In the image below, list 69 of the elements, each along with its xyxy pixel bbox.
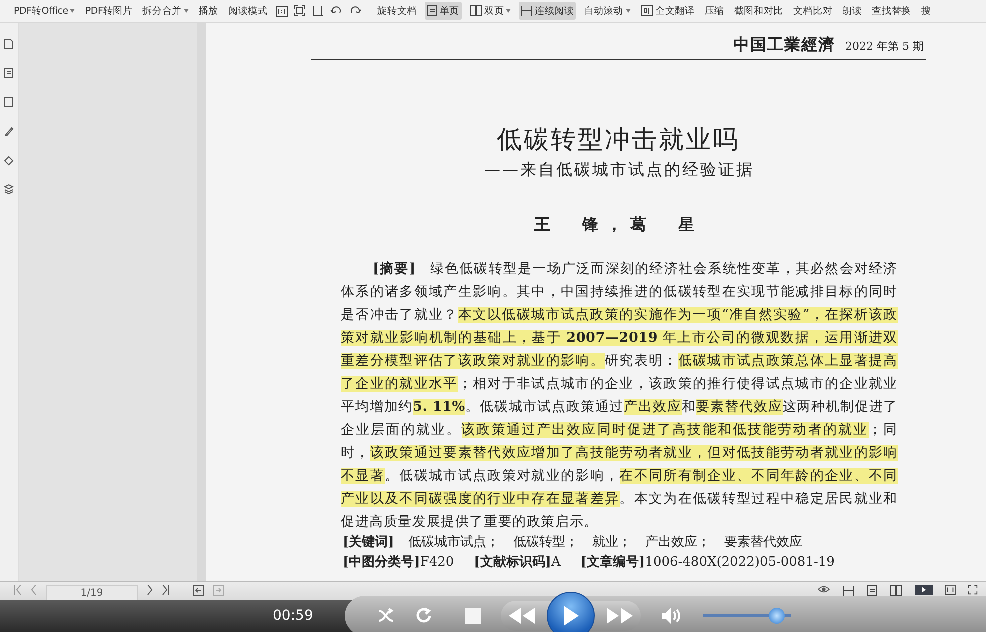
next-page-icon[interactable] <box>147 585 153 595</box>
caret-icon <box>184 9 189 13</box>
rewind-icon[interactable] <box>509 608 535 624</box>
toolbar-button[interactable]: 朗读 <box>840 2 864 20</box>
toolbar-button[interactable]: 文档比对 <box>791 2 835 20</box>
toolbar-button[interactable]: 压缩 <box>702 2 726 20</box>
fit-width-icon[interactable] <box>312 5 324 17</box>
classification-text: [文章编号]1006-480X(2022)05-0081-19 <box>580 554 835 572</box>
keyword: 低碳转型； <box>513 534 578 552</box>
toolbar-button[interactable]: 查找替换 <box>870 2 914 20</box>
keywords-label: [关键词] <box>343 534 394 552</box>
two-page-icon <box>470 5 483 17</box>
shuffle-icon[interactable] <box>377 608 395 624</box>
view-mode-button[interactable]: 单页 <box>424 2 462 20</box>
toolbar-button[interactable]: 搜 <box>919 2 934 20</box>
abstract-paragraph: [摘要] 绿色低碳转型是一场广泛而深刻的经济社会系统性变革，其必然会对经济体系的诸多领域产生影响。其中，中国持续推进的低碳转型在实现节能减排目标的同时是否冲击了就业？本文以低碳城市试点政策的实施作为一项“准自然实验”，在探析该政策对就业影响机制的基础上，基于 2007—2019 年上市公司的微观数据，运用渐进双重差分模型评估了该政策对就业的影响。研究表明：低碳城市试点政策总体上显著提高了企业的就业水平；相对于非试点城市的企业，该政策的推行使得试点城市的企业就业平均增加约 5. 11%。低碳城市试点政策通过产出效应和要素替代效应这两种机制促进了企业层面的就业。该政策通过产出效应同时促进了高技能和低技能劳动者的就业；同时，该政策通过要素替代效应增加了高技能劳动者就业，但对低技能劳动者就业的影响不显著。低碳城市试点政策对就业的影响，在不同所有制企业、不同年龄的企业、不同产业以及不同碳强度的行业中存在显著差异。本文为在低碳转型过程中稳定居民就业和促进高质量发展提供了重要的政策启示。 <box>341 260 898 532</box>
toolbar-button[interactable]: PDF转Office <box>12 2 78 20</box>
play-button[interactable] <box>547 592 595 632</box>
keyword: 就业； <box>592 534 632 552</box>
toolbar-button[interactable]: 播放 <box>196 2 221 20</box>
article-subtitle: ——来自低碳城市试点的经验证据 <box>484 160 756 181</box>
caret-icon <box>506 9 512 13</box>
classification-text: [中图分类号]F420 <box>343 554 454 572</box>
sidebar-icon[interactable] <box>4 155 14 166</box>
toolbar-button[interactable]: 拆分合并 <box>140 2 191 20</box>
rotate-document-button[interactable]: 旋转文档 <box>376 2 419 20</box>
page-number-field[interactable]: 1/19 <box>46 585 138 601</box>
page-icon <box>426 5 438 17</box>
back-icon[interactable] <box>193 585 204 596</box>
page-icon <box>867 585 878 597</box>
issue-number: 2022 年第 5 期 <box>846 39 924 54</box>
toolbar-button[interactable]: 阅读模式 <box>226 2 270 20</box>
last-page-icon[interactable] <box>162 585 170 595</box>
view-mode-button[interactable]: 自动滚动 <box>582 2 633 20</box>
actual-size-icon[interactable] <box>276 6 288 16</box>
volume-thumb[interactable] <box>769 608 786 624</box>
continuous-icon <box>521 5 534 17</box>
toolbar-button[interactable]: 截图和对比 <box>732 2 786 20</box>
eye-icon[interactable] <box>817 585 831 594</box>
two-page-icon <box>890 585 903 597</box>
fit-page-icon[interactable] <box>294 5 306 17</box>
fit-page-icon[interactable] <box>968 585 978 595</box>
sidebar-icon[interactable] <box>4 39 14 50</box>
keyword: 要素替代效应 <box>724 534 802 552</box>
continuous-icon <box>843 585 855 597</box>
repeat-icon[interactable] <box>415 607 433 625</box>
keyword: 低碳城市试点； <box>408 534 500 552</box>
playback-time: 00:59 <box>273 608 314 624</box>
article-authors: 王 锋，葛 星 <box>534 215 704 236</box>
sidebar-icon[interactable] <box>4 126 14 137</box>
caret-icon <box>70 9 76 13</box>
sidebar-icon[interactable] <box>4 68 14 79</box>
journal-name: 中国工業經濟 <box>734 35 836 56</box>
view-mode-button[interactable]: 双页 <box>468 2 514 20</box>
caret-icon <box>626 9 631 13</box>
article-title: 低碳转型冲击就业吗 <box>496 124 741 156</box>
keyword: 产出效应； <box>645 534 710 552</box>
toolbar-button[interactable]: PDF转图片 <box>83 2 135 20</box>
view-mode-button[interactable]: 全文翻译 <box>638 2 697 20</box>
classification-text: [文献标识码]A <box>474 554 561 572</box>
volume-icon[interactable] <box>661 607 683 625</box>
play-icon[interactable] <box>915 585 933 595</box>
view-mode-button[interactable]: 连续阅读 <box>519 2 576 20</box>
sidebar-icon[interactable] <box>4 184 14 195</box>
actual-size-icon[interactable] <box>945 585 956 595</box>
fast-forward-icon[interactable] <box>607 608 633 624</box>
sidebar-icon[interactable] <box>4 97 14 108</box>
play-icon <box>562 605 580 627</box>
translate-icon <box>640 5 654 17</box>
